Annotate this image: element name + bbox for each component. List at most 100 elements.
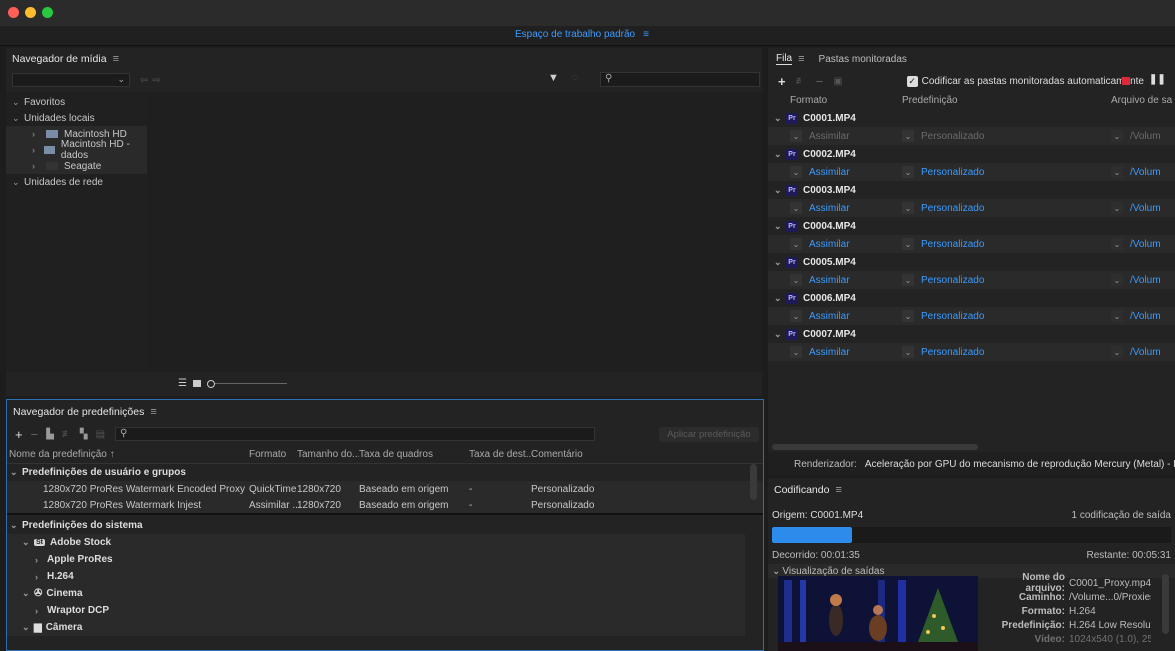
format-dropdown[interactable]: ⌄ Assimilar <box>768 202 902 214</box>
filter-icon[interactable]: ▼ <box>548 72 559 84</box>
output-file-link[interactable]: ⌄/Volum <box>1111 310 1175 322</box>
group-icon[interactable]: ▙ <box>46 429 54 440</box>
col-format[interactable]: Formato <box>768 95 902 106</box>
queue-scrollbar[interactable] <box>772 444 978 450</box>
stop-icon[interactable] <box>1122 77 1130 85</box>
preset-scrollbar[interactable] <box>750 464 757 500</box>
col-frame-size[interactable]: Tamanho do... <box>297 449 359 460</box>
format-dropdown[interactable]: ⌄ Assimilar <box>768 310 902 322</box>
import-icon[interactable]: ▚ <box>80 429 88 440</box>
user-presets-group[interactable]: ⌄ Predefinições de usuário e grupos <box>7 464 763 481</box>
output-file-link[interactable]: ⌄/Volum <box>1111 202 1175 214</box>
remove-icon[interactable]: − <box>816 74 824 89</box>
preset-dropdown[interactable]: ⌄ Personalizado <box>902 202 1111 214</box>
minimize-window-button[interactable] <box>25 7 36 18</box>
pause-icon[interactable]: ❚❚ <box>1149 74 1166 85</box>
output-file-link[interactable]: ⌄/Volum <box>1111 130 1175 142</box>
queue-output-row[interactable]: ⌄ Assimilar ⌄ Personalizado ⌄/Volum <box>768 235 1175 253</box>
workspace-switcher[interactable]: Espaço de trabalho padrão ≡ <box>515 29 649 40</box>
preset-dropdown[interactable]: ⌄ Personalizado <box>902 166 1111 178</box>
preset-dropdown[interactable]: ⌄ Personalizado <box>902 310 1111 322</box>
tree-item-camera[interactable]: ⌄ ▆ Câmera <box>7 619 745 636</box>
queue-output-row[interactable]: ⌄ Assimilar ⌄ Personalizado ⌄/Volum <box>768 343 1175 361</box>
panel-menu-icon[interactable]: ≡ <box>150 406 156 418</box>
col-comment[interactable]: Comentário <box>531 449 611 460</box>
tree-item-cinema[interactable]: ⌄ ✇ Cinema <box>7 585 745 602</box>
preset-dropdown[interactable]: ⌄ Personalizado <box>902 238 1111 250</box>
queue-item[interactable]: ⌄ Pr C0007.MP4 <box>768 325 1175 343</box>
output-file-link[interactable]: ⌄/Volum <box>1111 166 1175 178</box>
export-icon[interactable]: ▤ <box>96 429 105 440</box>
settings-icon[interactable]: ≢ <box>62 429 72 440</box>
search-input[interactable]: ⚲ <box>600 72 760 87</box>
panel-menu-icon[interactable]: ≡ <box>835 484 841 496</box>
queue-item[interactable]: ⌄ Pr C0002.MP4 <box>768 145 1175 163</box>
chevron-down-icon: ⌄ <box>774 292 782 303</box>
zoom-window-button[interactable] <box>42 7 53 18</box>
duplicate-icon[interactable]: ▣ <box>833 76 842 87</box>
preset-search-input[interactable]: ⚲ <box>115 427 596 441</box>
preset-dropdown[interactable]: ⌄ Personalizado <box>902 130 1111 142</box>
tree-item-wraptor-dcp[interactable]: › Wraptor DCP <box>7 602 745 619</box>
tree-item-h264[interactable]: › H.264 <box>7 568 745 585</box>
tab-queue[interactable]: Fila <box>776 53 793 65</box>
tree-item-adobe-stock[interactable]: ⌄ St Adobe Stock <box>7 534 745 551</box>
close-window-button[interactable] <box>8 7 19 18</box>
format-dropdown[interactable]: ⌄ Assimilar <box>768 238 902 250</box>
panel-menu-icon[interactable]: ≡ <box>798 53 804 65</box>
forward-arrow-icon[interactable]: ⇨ <box>152 75 160 86</box>
preset-dropdown[interactable]: ⌄ Personalizado <box>902 346 1111 358</box>
tree-item-network-drives[interactable]: ⌄ Unidades de rede <box>6 174 147 190</box>
col-target-rate[interactable]: Taxa de dest... <box>469 449 531 460</box>
format-dropdown[interactable]: ⌄ Assimilar <box>768 346 902 358</box>
queue-item[interactable]: ⌄ Pr C0003.MP4 <box>768 181 1175 199</box>
tree-item-favorites[interactable]: ⌄ Favoritos <box>6 94 147 110</box>
tree-item-apple-prores[interactable]: › Apple ProRes <box>7 551 745 568</box>
output-file-link[interactable]: ⌄/Volum <box>1111 238 1175 250</box>
add-source-icon[interactable]: + <box>778 74 786 89</box>
queue-output-row[interactable]: ⌄ Assimilar ⌄ Personalizado ⌄/Volum <box>768 271 1175 289</box>
zoom-slider-handle[interactable] <box>206 379 215 388</box>
workspace-menu-icon[interactable]: ≡ <box>643 29 649 40</box>
auto-encode-checkbox[interactable]: ✓ <box>906 75 918 87</box>
queue-item[interactable]: ⌄ Pr C0005.MP4 <box>768 253 1175 271</box>
queue-output-row[interactable]: ⌄ Assimilar ⌄ Personalizado ⌄/Volum <box>768 163 1175 181</box>
back-arrow-icon[interactable]: ⇦ <box>140 75 148 86</box>
queue-output-row[interactable]: ⌄ Assimilar ⌄ Personalizado ⌄/Volum <box>768 307 1175 325</box>
output-file-link[interactable]: ⌄/Volum <box>1111 274 1175 286</box>
col-preset[interactable]: Predefinição <box>902 95 1111 106</box>
table-row[interactable]: 1280x720 ProRes Watermark Injest Assimil… <box>7 498 763 515</box>
preset-dropdown[interactable]: ⌄ Personalizado <box>902 274 1111 286</box>
col-format[interactable]: Formato <box>249 449 297 460</box>
system-presets-group[interactable]: ⌄ Predefinições do sistema <box>7 517 763 534</box>
apply-preset-button[interactable]: Aplicar predefinição <box>659 427 759 442</box>
queue-item[interactable]: ⌄ Pr C0004.MP4 <box>768 217 1175 235</box>
format-dropdown[interactable]: ⌄ Assimilar <box>768 130 902 142</box>
list-view-icon[interactable]: ☰ <box>178 378 187 389</box>
tab-watch-folders[interactable]: Pastas monitoradas <box>819 54 907 65</box>
remove-preset-icon[interactable]: − <box>31 427 39 442</box>
table-row[interactable]: 1280x720 ProRes Watermark Encoded Proxy … <box>7 481 763 498</box>
icon-view-icon[interactable] <box>192 380 201 387</box>
output-file-link[interactable]: ⌄/Volum <box>1111 346 1175 358</box>
queue-settings-icon[interactable]: ≢ <box>796 76 806 87</box>
zoom-slider-track[interactable] <box>214 383 287 384</box>
location-dropdown[interactable]: ⌄ <box>12 73 130 87</box>
chevron-down-icon: ⌄ <box>774 148 782 159</box>
tree-item-macintosh-hd-data[interactable]: › Macintosh HD - dados <box>6 139 147 161</box>
col-preset-name[interactable]: Nome da predefinição ↑ <box>7 449 249 460</box>
panel-menu-icon[interactable]: ≡ <box>113 53 119 65</box>
add-preset-icon[interactable]: + <box>15 427 23 442</box>
format-dropdown[interactable]: ⌄ Assimilar <box>768 274 902 286</box>
col-output-file[interactable]: Arquivo de sa <box>1111 95 1175 106</box>
format-dropdown[interactable]: ⌄ Assimilar <box>768 166 902 178</box>
tree-item-local-drives[interactable]: ⌄ Unidades locais <box>6 110 147 126</box>
details-scrollbar[interactable] <box>1162 574 1169 634</box>
col-frame-rate[interactable]: Taxa de quadros <box>359 449 469 460</box>
queue-output-row[interactable]: ⌄ Assimilar ⌄ Personalizado ⌄/Volum <box>768 199 1175 217</box>
queue-item[interactable]: ⌄ Pr C0001.MP4 <box>768 109 1175 127</box>
queue-output-row[interactable]: ⌄ Assimilar ⌄ Personalizado ⌄/Volum <box>768 127 1175 145</box>
queue-item[interactable]: ⌄ Pr C0006.MP4 <box>768 289 1175 307</box>
renderer-dropdown[interactable]: Aceleração por GPU do mecanismo de repro… <box>865 459 1175 470</box>
view-options-icon[interactable]: ◌ <box>572 72 578 83</box>
